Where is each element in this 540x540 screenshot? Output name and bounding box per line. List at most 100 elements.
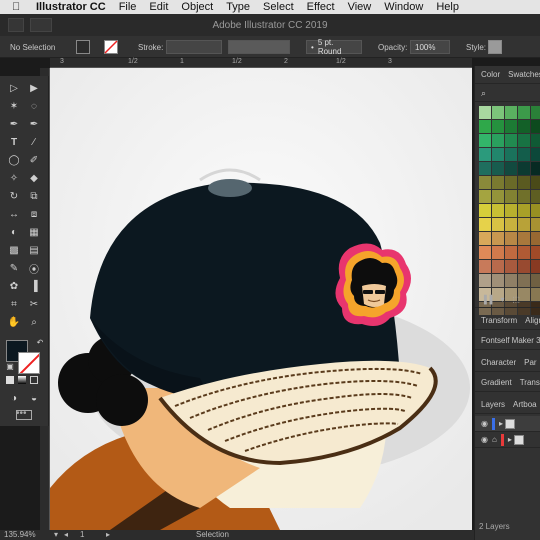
- scale-tool-icon[interactable]: ⧉: [26, 188, 42, 204]
- more-tools-icon[interactable]: •••: [16, 408, 27, 419]
- menu-effect[interactable]: Effect: [307, 1, 335, 13]
- fill-swatch[interactable]: [76, 36, 90, 58]
- lock-icon[interactable]: ⌂: [492, 435, 497, 444]
- expand-arrow-icon[interactable]: ▸: [499, 419, 503, 428]
- ruler-tick: 1/2: [336, 58, 346, 65]
- perspective-grid-icon[interactable]: ▦: [26, 224, 42, 240]
- mesh-tool-icon[interactable]: ▩: [6, 242, 22, 258]
- slice-tool-icon[interactable]: ✂: [26, 296, 42, 312]
- rotate-tool-icon[interactable]: ↻: [6, 188, 22, 204]
- curvature-tool-icon[interactable]: ✒: [26, 116, 42, 132]
- artboard-tool-icon[interactable]: ⌗: [6, 296, 22, 312]
- selection-tool-icon[interactable]: ▷: [6, 80, 22, 96]
- layer-thumbnail: [513, 434, 524, 445]
- opacity-field[interactable]: 100%: [410, 40, 450, 54]
- menu-window[interactable]: Window: [384, 1, 423, 13]
- zoom-tool-icon[interactable]: ⌕: [26, 314, 42, 330]
- tab-artboards[interactable]: Artboa: [513, 400, 537, 409]
- tab-paragraph[interactable]: Par: [524, 358, 536, 367]
- swatch-library-icon[interactable]: ▐▐: [481, 295, 492, 304]
- ruler-tick: 1: [180, 58, 184, 65]
- gradient-mode-icon[interactable]: [18, 376, 26, 384]
- blend-tool-icon[interactable]: ⦿: [26, 260, 42, 276]
- status-bar: 135.94% ▾ ◂ 1 ▸ Selection: [0, 530, 474, 540]
- shaper-tool-icon[interactable]: ✧: [6, 170, 22, 186]
- free-transform-icon[interactable]: ⧈: [26, 206, 42, 222]
- new-swatch-icon[interactable]: ⬚: [512, 295, 520, 304]
- menu-select[interactable]: Select: [263, 1, 294, 13]
- hand-tool-icon[interactable]: ✋: [6, 314, 22, 330]
- gradient-tool-icon[interactable]: ▤: [26, 242, 42, 258]
- pen-tool-icon[interactable]: ✒: [6, 116, 22, 132]
- symbol-sprayer-icon[interactable]: ✿: [6, 278, 22, 294]
- tab-layers[interactable]: Layers: [481, 400, 505, 409]
- layer-color-indicator: [500, 433, 504, 446]
- ruler-tick: 2: [284, 58, 288, 65]
- menu-view[interactable]: View: [348, 1, 372, 13]
- none-mode-icon[interactable]: [30, 376, 38, 384]
- stroke-swatch[interactable]: [104, 36, 118, 58]
- variable-width-profile[interactable]: [228, 40, 290, 54]
- stroke-weight-field[interactable]: [166, 40, 222, 54]
- default-colors-icon[interactable]: ▣: [2, 358, 18, 374]
- swatch-search[interactable]: ⌕: [475, 86, 540, 102]
- stroke-label: Stroke:: [138, 42, 164, 52]
- artwork: [50, 68, 472, 530]
- stroke-color-swatch[interactable]: [18, 352, 40, 374]
- search-icon: ⌕: [481, 88, 487, 98]
- horizontal-ruler[interactable]: 3 1/2 1 1/2 2 1/2 3: [50, 58, 472, 68]
- style-swatch[interactable]: [488, 40, 502, 54]
- direct-selection-tool-icon[interactable]: ▶: [26, 80, 42, 96]
- layer-row[interactable]: ◉ ▸: [475, 416, 540, 432]
- zoom-dropdown-icon[interactable]: ▾: [54, 530, 58, 539]
- tab-character[interactable]: Character: [481, 358, 516, 367]
- next-artboard-icon[interactable]: ▸: [106, 530, 110, 539]
- tab-gradient[interactable]: Gradient: [481, 378, 512, 387]
- draw-mode-icon[interactable]: ◑: [6, 390, 22, 406]
- window-title: Adobe Illustrator CC 2019: [212, 20, 328, 31]
- current-tool[interactable]: Selection: [196, 530, 229, 539]
- swatch-controls[interactable]: ▐▐ ▾ ⬚: [475, 292, 540, 308]
- lasso-icon[interactable]: ◌: [26, 98, 42, 114]
- type-tool-icon[interactable]: T: [6, 134, 22, 150]
- zoom-level[interactable]: 135.94%: [4, 530, 36, 539]
- ruler-tick: 3: [60, 58, 64, 65]
- menu-file[interactable]: File: [119, 1, 137, 13]
- tab-fontself[interactable]: Fontself Maker 3.: [475, 332, 540, 350]
- menu-type[interactable]: Type: [226, 1, 250, 13]
- tab-transform[interactable]: Transform: [481, 316, 517, 325]
- draw-inside-icon[interactable]: ◒: [26, 390, 42, 406]
- prev-artboard-icon[interactable]: ◂: [64, 530, 68, 539]
- tab-transparency[interactable]: Trans: [520, 378, 540, 387]
- canvas[interactable]: [50, 68, 472, 530]
- color-mode-icon[interactable]: [6, 376, 14, 384]
- tab-swatches[interactable]: Swatches: [508, 70, 540, 79]
- line-tool-icon[interactable]: ∕: [26, 134, 42, 150]
- menu-help[interactable]: Help: [436, 1, 459, 13]
- menu-object[interactable]: Object: [181, 1, 213, 13]
- swap-colors-icon[interactable]: ↶: [32, 334, 48, 350]
- eyedropper-icon[interactable]: ✎: [6, 260, 22, 276]
- shape-builder-icon[interactable]: ◐: [6, 224, 22, 240]
- brush-definition[interactable]: • 5 pt. Round: [306, 38, 362, 56]
- visibility-icon[interactable]: ◉: [481, 435, 488, 444]
- cap-button: [208, 179, 252, 197]
- visibility-icon[interactable]: ◉: [481, 419, 488, 428]
- magic-wand-icon[interactable]: ✶: [6, 98, 22, 114]
- opacity-label: Opacity:: [378, 42, 408, 52]
- apple-icon[interactable]: : [12, 1, 26, 13]
- ellipse-tool-icon[interactable]: ◯: [6, 152, 22, 168]
- tab-align[interactable]: Align: [525, 316, 540, 325]
- menu-app[interactable]: Illustrator CC: [36, 1, 106, 13]
- width-tool-icon[interactable]: ↔: [6, 206, 22, 222]
- tab-color[interactable]: Color: [481, 70, 500, 79]
- graph-tool-icon[interactable]: ▐: [26, 278, 42, 294]
- expand-arrow-icon[interactable]: ▸: [508, 435, 512, 444]
- menu-edit[interactable]: Edit: [149, 1, 168, 13]
- artboard-number[interactable]: 1: [80, 530, 84, 539]
- eraser-icon[interactable]: ◆: [26, 170, 42, 186]
- paintbrush-icon[interactable]: ✐: [26, 152, 42, 168]
- swatch-options-icon[interactable]: ▾: [500, 295, 504, 304]
- layer-row[interactable]: ◉ ⌂ ▸: [475, 432, 540, 448]
- layer-thumbnail: [505, 418, 515, 429]
